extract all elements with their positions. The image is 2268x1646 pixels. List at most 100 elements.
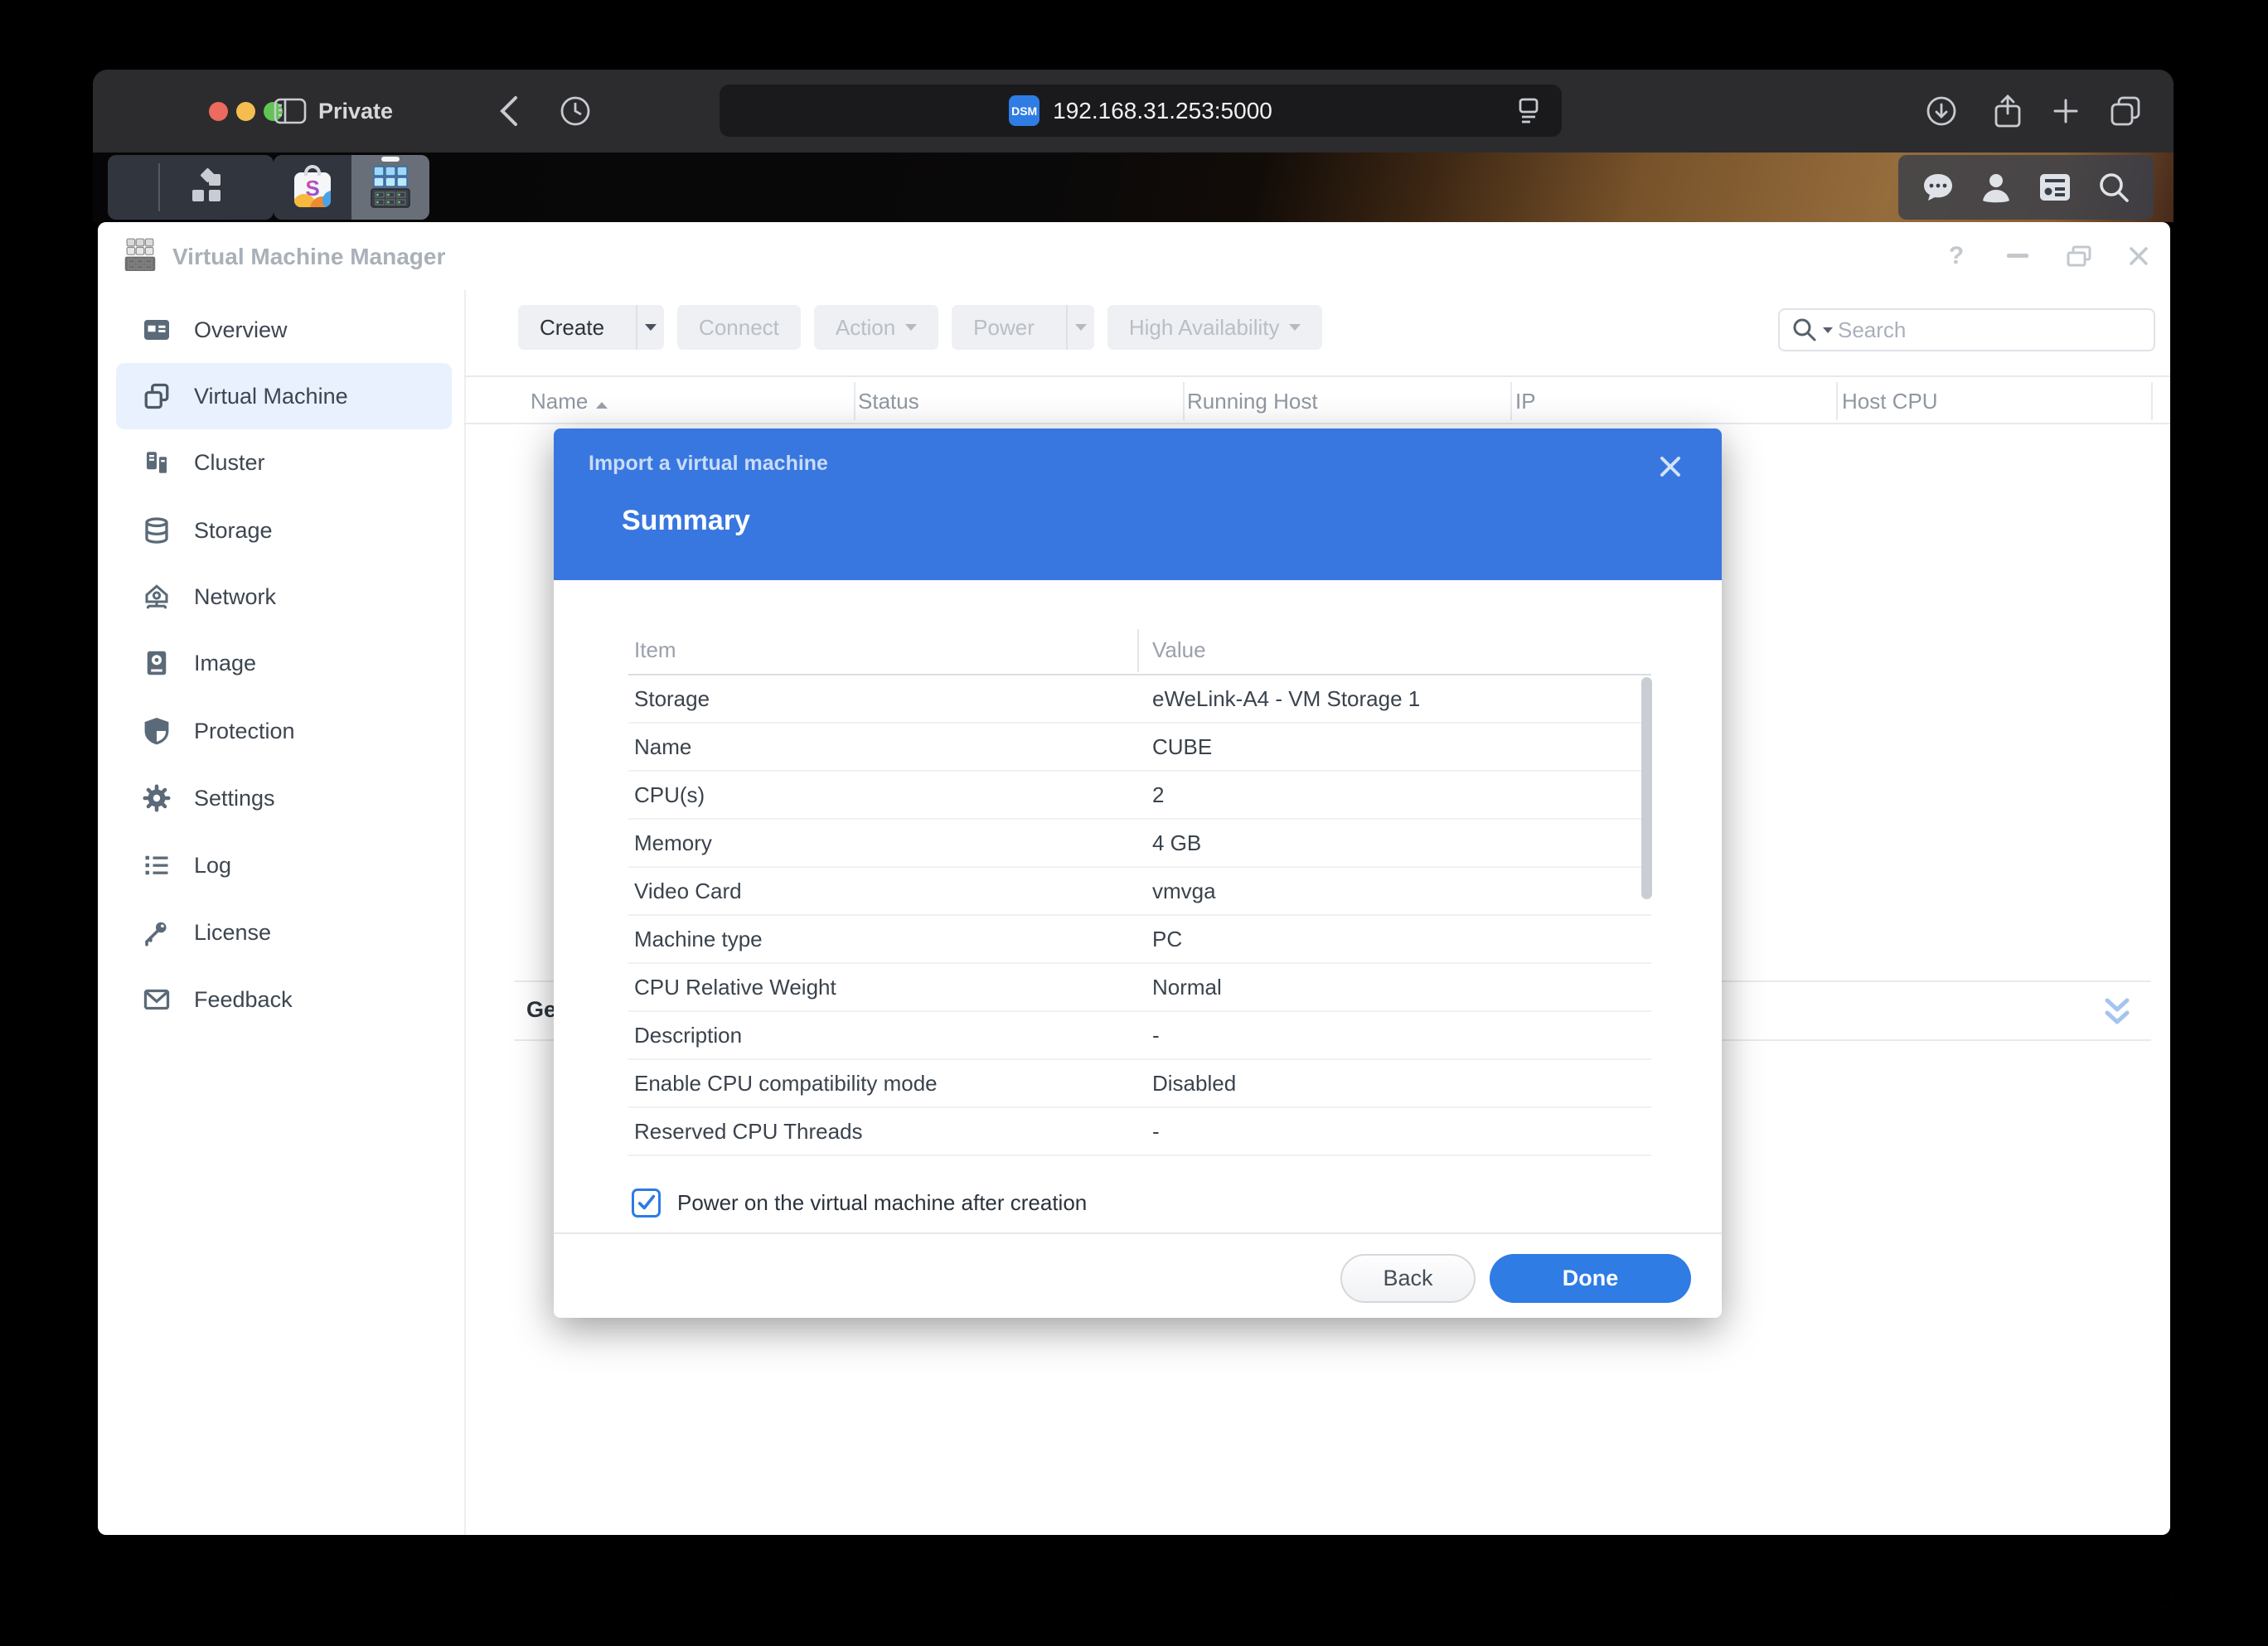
share-icon[interactable] — [1981, 85, 2034, 138]
power-dropdown-arrow[interactable] — [1066, 305, 1094, 350]
summary-col-value: Value — [1152, 637, 1206, 663]
taskbar-divider — [158, 163, 160, 211]
browser-toolbar: Private DSM 192.168.31.253:5000 — [93, 70, 2174, 152]
sidebar-item-feedback[interactable]: Feedback — [116, 966, 452, 1033]
close-button[interactable] — [2117, 237, 2160, 275]
dialog-close-icon[interactable] — [1652, 448, 1689, 485]
close-window-button[interactable] — [209, 102, 228, 121]
back-button[interactable] — [482, 85, 536, 138]
column-header-host-cpu[interactable]: Host CPU — [1842, 389, 1938, 414]
sidebar-item-virtual-machine[interactable]: Virtual Machine — [116, 363, 452, 429]
column-header-name[interactable]: Name — [531, 389, 608, 414]
table-row: Memory 4 GB — [628, 820, 1651, 868]
table-row: CPU(s) 2 — [628, 772, 1651, 820]
back-button-dialog[interactable]: Back — [1340, 1254, 1476, 1303]
action-dropdown-caret — [905, 324, 917, 331]
log-icon — [141, 850, 172, 881]
sidebar-item-log[interactable]: Log — [116, 832, 452, 898]
table-row: Machine type PC — [628, 916, 1651, 964]
summary-scrollbar-thumb[interactable] — [1641, 677, 1652, 899]
package-center-app[interactable]: S — [274, 155, 351, 220]
vmm-app-icon — [366, 163, 414, 211]
notifications-icon[interactable] — [1920, 169, 1956, 206]
new-tab-icon[interactable] — [2039, 85, 2092, 138]
minimize-window-button[interactable] — [236, 102, 255, 121]
help-button[interactable]: ? — [1935, 237, 1978, 275]
settings-gear-icon — [141, 782, 172, 814]
high-availability-button[interactable]: High Availability — [1107, 305, 1323, 350]
vmm-titlebar-icon — [121, 235, 159, 275]
active-app-indicator — [381, 157, 400, 162]
sidebar-item-cluster[interactable]: Cluster — [116, 429, 452, 496]
sidebar-item-label: Settings — [194, 786, 275, 811]
sidebar-item-image[interactable]: Image — [116, 630, 452, 696]
action-button[interactable]: Action — [814, 305, 938, 350]
summary-col-item: Item — [634, 637, 676, 663]
sidebar-item-storage[interactable]: Storage — [116, 497, 452, 564]
widgets-icon[interactable] — [2036, 168, 2074, 206]
svg-text:S: S — [305, 176, 319, 201]
power-on-checkbox-label[interactable]: Power on the virtual machine after creat… — [677, 1190, 1087, 1216]
summary-table-header: Item Value — [628, 626, 1651, 675]
column-divider — [1510, 382, 1512, 420]
column-header-status[interactable]: Status — [858, 389, 919, 414]
search-input[interactable] — [1838, 317, 2086, 343]
sidebar-item-label: Log — [194, 853, 231, 879]
search-icon[interactable] — [2096, 169, 2132, 206]
vm-search-box[interactable] — [1778, 308, 2155, 351]
expand-section-icon[interactable] — [2103, 995, 2131, 1029]
column-divider — [2151, 382, 2153, 420]
column-header-running-host[interactable]: Running Host — [1187, 389, 1318, 414]
vm-toolbar: Create Connect Action Power High Availab… — [518, 305, 1322, 350]
taskbar-left-group — [108, 155, 274, 220]
sidebar-item-protection[interactable]: Protection — [116, 698, 452, 764]
table-row: CPU Relative Weight Normal — [628, 964, 1651, 1012]
vmm-app[interactable] — [351, 155, 429, 220]
table-row: Reserved CPU Threads - — [628, 1108, 1651, 1156]
sidebar-item-network[interactable]: Network — [116, 564, 452, 630]
done-button-dialog[interactable]: Done — [1490, 1254, 1691, 1303]
main-menu-icon[interactable] — [187, 168, 225, 206]
package-center-icon: S — [289, 164, 336, 211]
user-account-icon[interactable] — [1978, 169, 2014, 206]
tab-overview-icon[interactable] — [2099, 85, 2152, 138]
browser-window: Private DSM 192.168.31.253:5000 — [93, 70, 2174, 1608]
page-settings-icon[interactable] — [1514, 96, 1544, 126]
search-filter-caret[interactable] — [1823, 327, 1833, 333]
column-divider — [854, 382, 855, 420]
dsm-favicon: DSM — [1009, 95, 1040, 126]
connect-button[interactable]: Connect — [677, 305, 801, 350]
url-text: 192.168.31.253:5000 — [1053, 98, 1272, 124]
import-vm-dialog: Import a virtual machine Summary Item Va… — [554, 428, 1722, 1318]
power-button[interactable]: Power — [952, 305, 1094, 350]
sidebar-item-label: Storage — [194, 518, 273, 544]
sidebar-item-settings[interactable]: Settings — [116, 765, 452, 831]
table-row: Video Card vmvga — [628, 868, 1651, 916]
table-row: Enable CPU compatibility mode Disabled — [628, 1060, 1651, 1108]
minimize-button[interactable] — [1996, 237, 2039, 275]
column-header-ip[interactable]: IP — [1515, 389, 1536, 414]
sidebar-item-license[interactable]: License — [116, 899, 452, 966]
column-options-icon[interactable]: ⋮ — [2160, 385, 2170, 413]
sidebar-item-label: Image — [194, 651, 256, 676]
address-bar[interactable]: DSM 192.168.31.253:5000 — [720, 85, 1562, 137]
power-on-checkbox-row: Power on the virtual machine after creat… — [632, 1187, 1087, 1218]
search-magnifier-icon[interactable] — [1791, 317, 1818, 343]
sidebar-item-overview[interactable]: Overview — [116, 297, 452, 363]
summary-table: Item Value Storage eWeLink-A4 - VM Stora… — [628, 626, 1651, 1156]
create-button[interactable]: Create — [518, 305, 664, 350]
image-icon — [141, 647, 172, 679]
sidebar-toggle-icon[interactable] — [274, 98, 307, 124]
power-on-checkbox[interactable] — [632, 1189, 661, 1218]
vm-list-header: Name Status Running Host IP Host CPU ⋮ — [464, 375, 2170, 424]
maximize-button[interactable] — [2057, 237, 2101, 275]
sidebar-item-label: Virtual Machine — [194, 384, 348, 409]
sidebar-item-label: License — [194, 920, 271, 946]
private-browsing-group: Private — [274, 85, 393, 138]
ha-dropdown-caret — [1289, 324, 1301, 331]
license-key-icon — [141, 917, 172, 948]
downloads-icon[interactable] — [1915, 85, 1968, 138]
history-clock-icon[interactable] — [549, 85, 602, 138]
general-section-heading: Ge — [526, 997, 556, 1023]
create-dropdown-arrow[interactable] — [636, 305, 664, 350]
